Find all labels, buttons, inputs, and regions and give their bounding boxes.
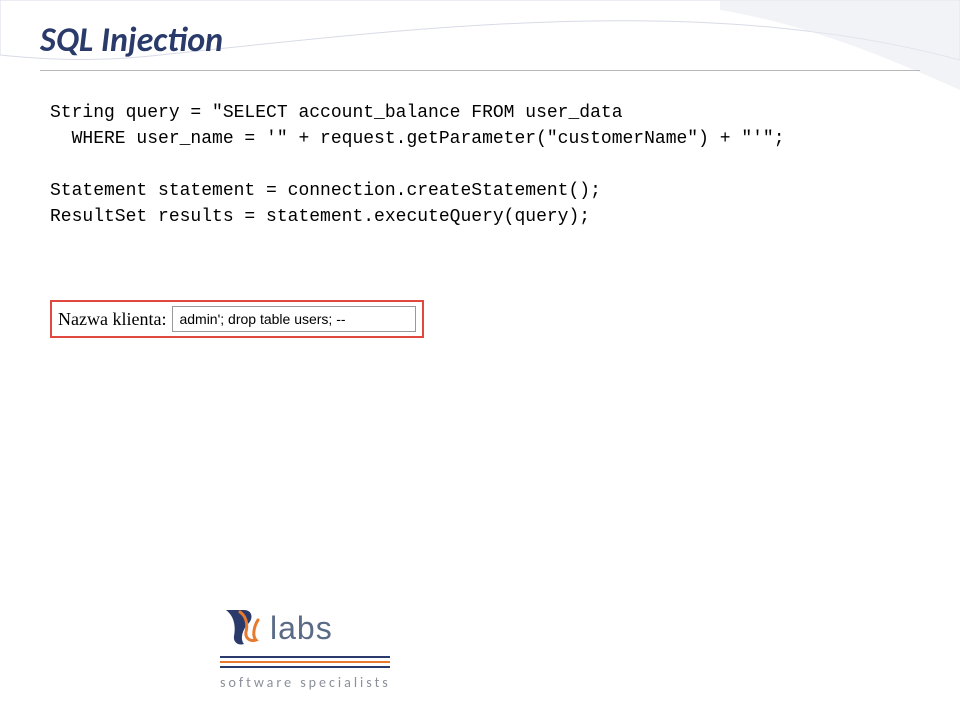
- code-line-1: String query = "SELECT account_balance F…: [50, 103, 623, 123]
- code-line-4: Statement statement = connection.createS…: [50, 181, 601, 201]
- title-divider: [40, 70, 920, 71]
- code-line-5: ResultSet results = statement.executeQue…: [50, 207, 590, 227]
- form-label: Nazwa klienta:: [58, 309, 166, 330]
- logo-tagline: software specialists: [220, 674, 391, 691]
- customer-name-input[interactable]: admin'; drop table users; --: [172, 306, 416, 332]
- logo-lines: [220, 656, 391, 668]
- logo-mark-icon: [220, 606, 264, 650]
- code-line-2: WHERE user_name = '" + request.getParame…: [50, 129, 785, 149]
- logo-text: labs: [270, 610, 333, 647]
- code-block: String query = "SELECT account_balance F…: [50, 100, 910, 230]
- form-example: Nazwa klienta: admin'; drop table users;…: [50, 300, 424, 338]
- logo: labs software specialists: [220, 606, 391, 691]
- slide-title: SQL Injection: [40, 20, 223, 61]
